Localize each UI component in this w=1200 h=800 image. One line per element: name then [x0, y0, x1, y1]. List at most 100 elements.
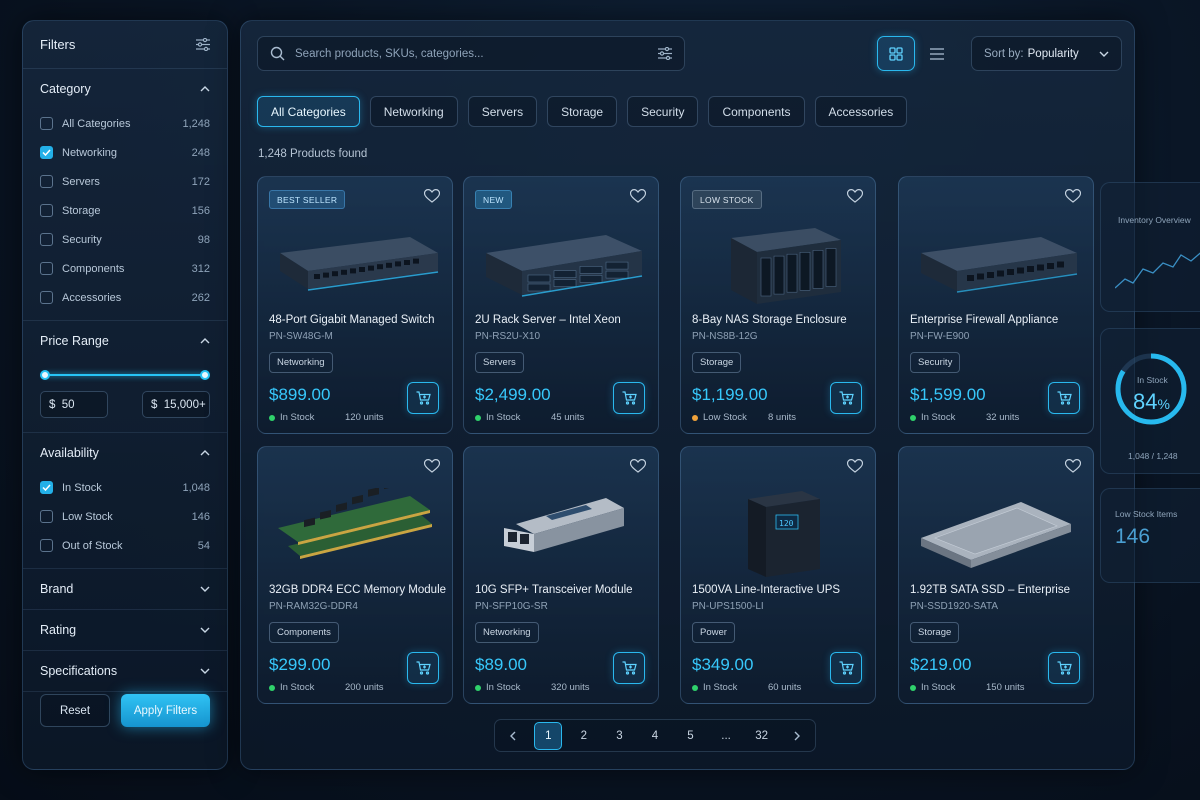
checkbox[interactable] [40, 539, 53, 552]
add-to-cart-button[interactable] [1048, 652, 1080, 684]
sort-dropdown[interactable]: Sort by: Popularity [971, 36, 1122, 71]
product-card[interactable]: 10G SFP+ Transceiver Module PN-SFP10G-SR N… [463, 446, 659, 704]
grid-view-button[interactable] [877, 36, 915, 71]
price-slider[interactable] [40, 365, 210, 385]
chevron-down-icon[interactable] [200, 586, 210, 592]
add-to-cart-button[interactable] [830, 382, 862, 414]
page-button[interactable]: 4 [641, 722, 669, 750]
product-name[interactable]: 32GB DDR4 ECC Memory Module [269, 584, 446, 596]
price-max-input[interactable]: $ 15,000+ [142, 391, 210, 418]
checkbox[interactable] [40, 146, 53, 159]
availability-header[interactable]: Availability [40, 433, 210, 473]
search-input[interactable]: Search products, SKUs, categories... [295, 48, 658, 60]
checkbox-row[interactable]: Out of Stock 54 [40, 531, 210, 560]
product-badge: BEST SELLER [269, 190, 346, 209]
page-button[interactable]: 5 [677, 722, 705, 750]
price-slider-min-handle[interactable] [40, 370, 50, 380]
category-chip[interactable]: Accessories [814, 96, 908, 127]
heart-icon[interactable] [1065, 189, 1081, 203]
product-card[interactable]: 32GB DDR4 ECC Memory Module PN-RAM32G-DDR… [257, 446, 453, 704]
brand-filter[interactable]: Brand [23, 569, 227, 610]
page-button[interactable]: 2 [570, 722, 598, 750]
product-name[interactable]: Enterprise Firewall Appliance [910, 314, 1058, 326]
checkbox-row[interactable]: Security 98 [40, 225, 210, 254]
checkbox[interactable] [40, 481, 53, 494]
product-card[interactable]: NEW 2U Rack Server – Intel Xeon PN-RS2U-X1… [463, 176, 659, 434]
price-min-input[interactable]: $ 50 [40, 391, 108, 418]
sliders-icon[interactable] [196, 38, 210, 51]
filter-settings-icon[interactable] [658, 47, 672, 60]
stock-dot [269, 414, 275, 421]
page-button[interactable]: 32 [748, 722, 776, 750]
checkbox-row[interactable]: Components 312 [40, 254, 210, 283]
checkbox[interactable] [40, 204, 53, 217]
product-name[interactable]: 1.92TB SATA SSD – Enterprise [910, 584, 1070, 596]
product-badge: LOW STOCK [692, 190, 762, 209]
add-to-cart-button[interactable] [407, 382, 439, 414]
checkbox[interactable] [40, 262, 53, 275]
page-button[interactable]: 3 [605, 722, 633, 750]
apply-filters-button[interactable]: Apply Filters [121, 694, 210, 727]
heart-icon[interactable] [424, 189, 440, 203]
checkbox[interactable] [40, 117, 53, 130]
category-chip[interactable]: All Categories [257, 96, 360, 127]
specifications-filter[interactable]: Specifications [23, 651, 227, 692]
add-to-cart-button[interactable] [830, 652, 862, 684]
add-to-cart-button[interactable] [613, 382, 645, 414]
category-chip[interactable]: Storage [547, 96, 618, 127]
product-card[interactable]: Enterprise Firewall Appliance PN-FW-E900 S… [898, 176, 1094, 434]
checkbox-row[interactable]: All Categories 1,248 [40, 109, 210, 138]
chevron-up-icon[interactable] [200, 338, 210, 344]
product-name[interactable]: 8-Bay NAS Storage Enclosure [692, 314, 847, 326]
chevron-down-icon[interactable] [200, 627, 210, 633]
checkbox-row[interactable]: Low Stock 146 [40, 502, 210, 531]
heart-icon[interactable] [847, 459, 863, 473]
prev-page-button[interactable] [499, 722, 527, 750]
product-name[interactable]: 1500VA Line-Interactive UPS [692, 584, 840, 596]
product-card[interactable]: BEST SELLER 48-Port Gigabit Managed Switc… [257, 176, 453, 434]
list-view-button[interactable] [918, 36, 956, 71]
checkbox[interactable] [40, 291, 53, 304]
checkbox-row[interactable]: Storage 156 [40, 196, 210, 225]
checkbox-row[interactable]: Networking 248 [40, 138, 210, 167]
rating-title: Rating [40, 623, 77, 637]
product-card[interactable]: 1.92TB SATA SSD – Enterprise PN-SSD1920-S… [898, 446, 1094, 704]
category-chip[interactable]: Components [708, 96, 805, 127]
search-bar[interactable]: Search products, SKUs, categories... [257, 36, 685, 71]
stock-label: Low Stock [703, 412, 747, 423]
chevron-up-icon[interactable] [200, 86, 210, 92]
page-button[interactable]: 1 [534, 721, 563, 750]
add-to-cart-button[interactable] [407, 652, 439, 684]
price-slider-max-handle[interactable] [200, 370, 210, 380]
add-to-cart-button[interactable] [1048, 382, 1080, 414]
add-to-cart-button[interactable] [613, 652, 645, 684]
heart-icon[interactable] [630, 459, 646, 473]
next-page-button[interactable] [783, 722, 811, 750]
heart-icon[interactable] [424, 459, 440, 473]
heart-icon[interactable] [1065, 459, 1081, 473]
product-name[interactable]: 2U Rack Server – Intel Xeon [475, 314, 621, 326]
chevron-down-icon[interactable] [200, 668, 210, 674]
product-name[interactable]: 10G SFP+ Transceiver Module [475, 584, 633, 596]
checkbox[interactable] [40, 510, 53, 523]
price-range-header[interactable]: Price Range [40, 321, 210, 361]
product-card[interactable]: LOW STOCK 8-Bay NAS Storage Enclosure PN-N… [680, 176, 876, 434]
chevron-up-icon[interactable] [200, 450, 210, 456]
svg-text:120: 120 [779, 519, 794, 528]
checkbox[interactable] [40, 233, 53, 246]
product-card[interactable]: 120 1500VA Line-Interactive UPS PN-UPS1500… [680, 446, 876, 704]
checkbox-row[interactable]: Accessories 262 [40, 283, 210, 312]
rating-filter[interactable]: Rating [23, 610, 227, 651]
checkbox-row[interactable]: In Stock 1,048 [40, 473, 210, 502]
heart-icon[interactable] [847, 189, 863, 203]
checkbox-count: 156 [191, 204, 210, 217]
category-chip[interactable]: Servers [467, 96, 538, 127]
product-name[interactable]: 48-Port Gigabit Managed Switch [269, 314, 435, 326]
reset-button[interactable]: Reset [40, 694, 110, 727]
checkbox-row[interactable]: Servers 172 [40, 167, 210, 196]
heart-icon[interactable] [630, 189, 646, 203]
category-chip[interactable]: Security [627, 96, 699, 127]
category-chip[interactable]: Networking [369, 96, 458, 127]
category-header[interactable]: Category [40, 69, 210, 109]
checkbox[interactable] [40, 175, 53, 188]
